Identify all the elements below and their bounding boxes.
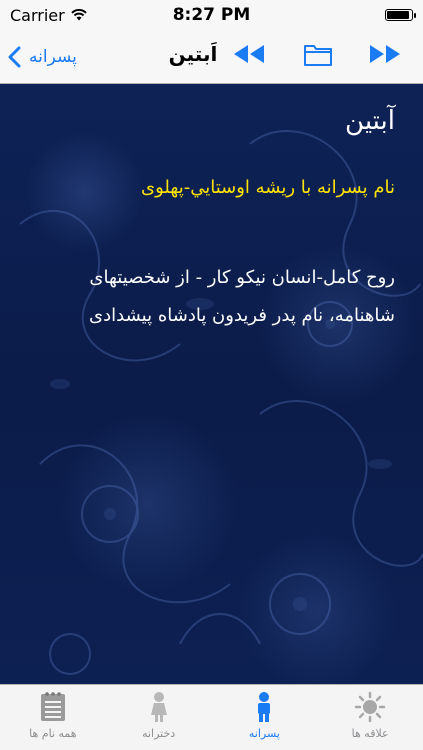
name-detail-panel: آبتین نام پسرانه با ریشه اوستايي-پهلوی ر… [0,84,423,684]
name-meaning: روح کامل-انسان نیکو کار - از شخصیتهای شا… [89,267,395,326]
page-title: اَبتین [168,42,218,66]
tab-bar: همه نام ها دخترانه پسرانه علاقه ها [0,684,423,750]
tab-all-names[interactable]: همه نام ها [0,685,106,750]
status-left: Carrier [10,6,87,25]
chevron-left-icon [8,46,21,68]
boy-icon [258,692,271,722]
wifi-icon [71,9,87,21]
back-button[interactable]: پسرانه [8,40,77,74]
tab-favorites[interactable]: علاقه ها [317,685,423,750]
sun-icon [354,691,386,723]
tab-label: دخترانه [142,727,176,740]
tab-label: همه نام ها [29,727,77,740]
rewind-icon[interactable] [232,43,266,65]
tab-girls[interactable]: دخترانه [106,685,212,750]
folder-icon[interactable] [303,41,333,67]
floral-background-pattern [19,130,423,675]
tab-label: پسرانه [248,727,280,740]
battery-icon [385,9,416,21]
status-bar: Carrier 8:27 PM [0,0,423,30]
status-time: 8:27 PM [172,5,251,25]
fast-forward-icon[interactable] [368,43,402,65]
notepad-icon [40,692,65,721]
carrier-label: Carrier [10,5,65,25]
tab-boys[interactable]: پسرانه [212,685,318,750]
girl-icon [150,692,167,722]
name-heading: آبتین [345,106,395,136]
back-button-label: پسرانه [29,47,77,67]
status-right [385,9,416,21]
name-origin: نام پسرانه با ریشه اوستايي-پهلوی [141,177,395,198]
nav-bar: پسرانه اَبتین [0,30,423,84]
tab-label: علاقه ها [351,727,389,740]
